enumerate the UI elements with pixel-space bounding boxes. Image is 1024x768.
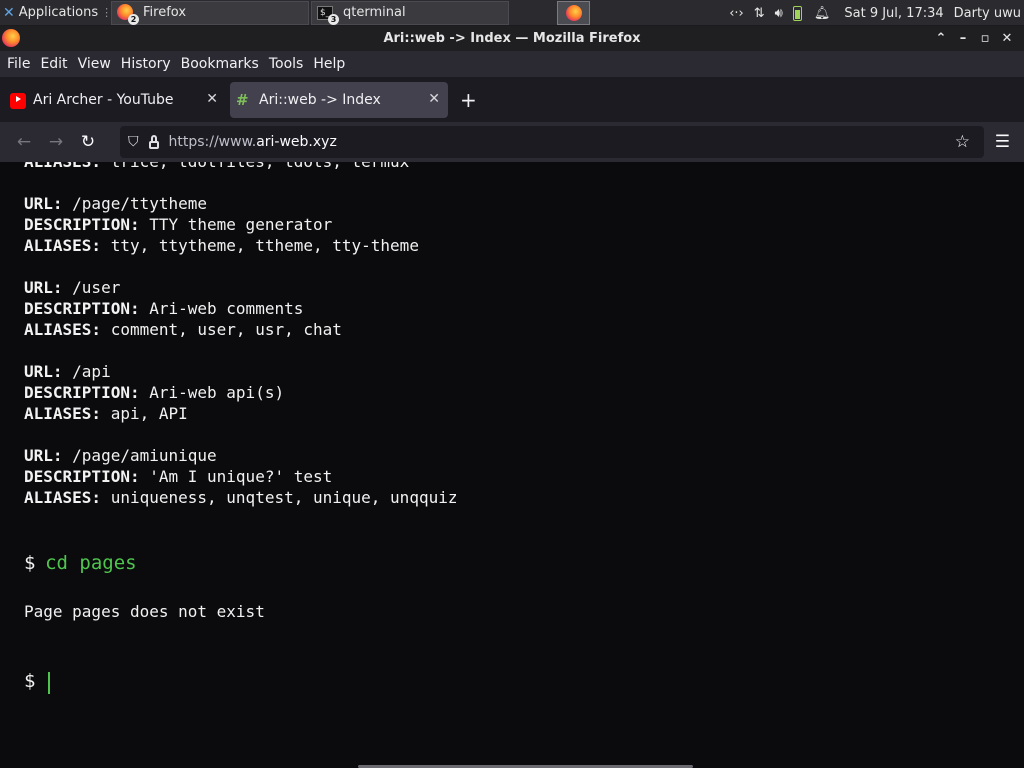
entry-aliases: ALIASES: uniqueness, unqtest, unique, un…: [24, 488, 458, 507]
applications-menu[interactable]: ✕ Applications ⋮: [0, 0, 112, 26]
tab-bar: Ari Archer - YouTube ✕ # Ari::web -> Ind…: [0, 77, 1024, 122]
lock-icon[interactable]: [148, 135, 159, 149]
taskbar-firefox-label: Firefox: [143, 5, 187, 20]
menu-file[interactable]: File: [7, 56, 30, 72]
youtube-icon: [10, 92, 26, 109]
minimize-icon[interactable]: –: [952, 31, 974, 46]
taskbar-qterminal-label: qterminal: [343, 5, 406, 20]
xfce-icon: ✕: [3, 4, 15, 21]
back-button[interactable]: ←: [8, 132, 40, 152]
clock[interactable]: Sat 9 Jul, 17:34: [844, 6, 943, 21]
prompt-symbol: $: [24, 670, 36, 692]
close-tab-icon[interactable]: ✕: [206, 91, 218, 107]
entered-command: cd pages: [45, 552, 137, 574]
network-transfer-icon[interactable]: ⇅: [754, 6, 765, 21]
menu-help[interactable]: Help: [313, 56, 345, 72]
entry-description: DESCRIPTION: Ari-web api(s): [24, 383, 285, 402]
url-text[interactable]: https://www.ari-web.xyz: [169, 134, 337, 150]
menu-history[interactable]: History: [121, 56, 171, 72]
entry-aliases: ALIASES: tty, ttytheme, ttheme, tty-them…: [24, 236, 419, 255]
navigation-toolbar: ← → ↻ ⛉ https://www.ari-web.xyz ☆ ☰: [0, 122, 1024, 162]
tracking-protection-shield-icon[interactable]: ⛉: [128, 134, 139, 150]
active-firefox-launcher[interactable]: [557, 1, 590, 25]
menu-view[interactable]: View: [78, 56, 111, 72]
menu-edit[interactable]: Edit: [40, 56, 67, 72]
restore-icon[interactable]: ▫: [974, 31, 996, 46]
text-cursor: [48, 672, 50, 694]
firefox-window-icon[interactable]: [2, 29, 20, 47]
user-menu[interactable]: Darty uwu: [954, 6, 1021, 21]
entry-aliases: ALIASES: comment, user, usr, chat: [24, 320, 342, 339]
entry-description: DESCRIPTION: Ari-web comments: [24, 299, 304, 318]
firefox-icon: [565, 5, 582, 21]
tab-youtube[interactable]: Ari Archer - YouTube ✕: [4, 82, 226, 118]
window-count-badge: 2: [128, 13, 139, 25]
partial-aliases-line: ALIASES: trice, tdotfiles, tdots, termux: [24, 162, 409, 172]
maximize-up-icon[interactable]: ⌃: [930, 31, 952, 46]
entry-description: DESCRIPTION: 'Am I unique?' test: [24, 467, 333, 486]
notification-bell-icon[interactable]: 🔔︎: [814, 6, 831, 21]
window-count-badge: 3: [328, 13, 339, 25]
network-code-icon[interactable]: ‹·›: [729, 6, 744, 21]
window-titlebar[interactable]: Ari::web -> Index — Mozilla Firefox ⌃ – …: [0, 26, 1024, 51]
window-controls: ⌃ – ▫ ✕: [930, 26, 1018, 51]
terminal-icon: $_ 3: [317, 4, 339, 25]
entry-url: URL: /api: [24, 362, 111, 381]
menu-bookmarks[interactable]: Bookmarks: [181, 56, 259, 72]
system-taskbar: ✕ Applications ⋮ 2 Firefox $_ 3 qtermina…: [0, 0, 1024, 26]
system-tray: ‹·› ⇅ 🔊︎ 🔔︎ Sat 9 Jul, 17:34 Darty uwu: [729, 0, 1024, 26]
menubar: File Edit View History Bookmarks Tools H…: [0, 51, 1024, 77]
tab-title: Ari Archer - YouTube: [33, 91, 174, 108]
forward-button[interactable]: →: [40, 132, 72, 152]
reload-button[interactable]: ↻: [72, 132, 104, 152]
entry-url: URL: /user: [24, 278, 121, 297]
entry-description: DESCRIPTION: TTY theme generator: [24, 215, 333, 234]
volume-icon[interactable]: 🔊︎: [775, 6, 783, 21]
input-prompt-line[interactable]: $: [24, 671, 35, 692]
url-bar[interactable]: ⛉ https://www.ari-web.xyz ☆: [120, 126, 984, 158]
taskbar-qterminal-button[interactable]: $_ 3 qterminal: [311, 0, 509, 25]
menu-tools[interactable]: Tools: [269, 56, 304, 72]
window-title: Ari::web -> Index — Mozilla Firefox: [383, 31, 641, 46]
close-window-icon[interactable]: ✕: [996, 31, 1018, 46]
firefox-icon: 2: [117, 3, 139, 25]
tab-title: Ari::web -> Index: [259, 91, 381, 108]
battery-icon[interactable]: [792, 5, 802, 21]
page-content[interactable]: ALIASES: trice, tdotfiles, tdots, termux…: [0, 162, 1024, 768]
hash-favicon-icon: #: [236, 90, 249, 109]
hamburger-menu-icon[interactable]: ☰: [995, 132, 1010, 152]
bookmark-star-icon[interactable]: ☆: [955, 132, 970, 152]
taskbar-firefox-button[interactable]: 2 Firefox: [111, 0, 309, 25]
command-line: $ cd pages: [24, 553, 137, 574]
entry-url: URL: /page/ttytheme: [24, 194, 208, 213]
command-output: Page pages does not exist: [24, 602, 265, 621]
applications-label: Applications: [18, 5, 99, 20]
new-tab-button[interactable]: +: [460, 88, 477, 112]
entry-url: URL: /page/amiunique: [24, 446, 217, 465]
close-tab-icon[interactable]: ✕: [428, 91, 440, 107]
prompt-symbol: $: [24, 552, 36, 574]
tab-ari-web[interactable]: # Ari::web -> Index ✕: [230, 81, 448, 118]
entry-aliases: ALIASES: api, API: [24, 404, 188, 423]
